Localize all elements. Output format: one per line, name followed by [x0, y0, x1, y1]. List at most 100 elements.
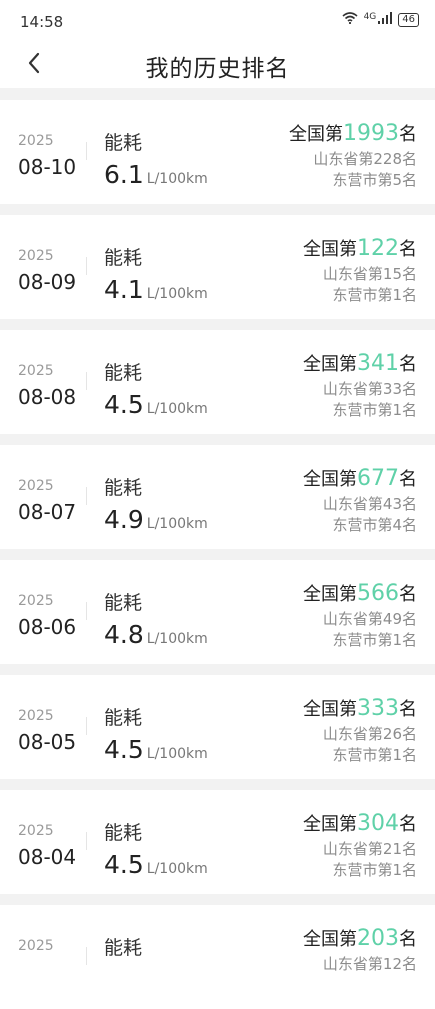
national-rank: 全国第122名	[303, 235, 417, 261]
metric-label: 能耗	[104, 132, 143, 154]
national-prefix: 全国第	[303, 469, 357, 490]
metric-unit: L/100km	[146, 746, 208, 762]
divider	[86, 257, 87, 275]
national-rank-number: 1993	[343, 121, 399, 146]
national-rank: 全国第566名	[303, 580, 417, 606]
metric-value-group: 4.8 L/100km	[104, 620, 208, 649]
ranking-card[interactable]: 2025 08-06 能耗 4.8 L/100km 全国第566名 山东省第49名…	[0, 560, 435, 664]
record-year: 2025	[18, 133, 54, 149]
national-suffix: 名	[399, 124, 417, 145]
national-prefix: 全国第	[303, 699, 357, 720]
ranking-card[interactable]: 2025 08-07 能耗 4.9 L/100km 全国第677名 山东省第43名…	[0, 445, 435, 549]
metric-value-group: 4.5 L/100km	[104, 735, 208, 764]
page-title: 我的历史排名	[145, 56, 290, 82]
province-rank: 山东省第12名	[322, 955, 417, 973]
ranking-card[interactable]: 2025 08-10 能耗 6.1 L/100km 全国第1993名 山东省第22…	[0, 100, 435, 204]
national-rank: 全国第333名	[303, 695, 417, 721]
divider	[86, 487, 87, 505]
city-rank: 东营市第1名	[332, 631, 417, 649]
province-rank: 山东省第33名	[322, 380, 417, 398]
metric-value-group: 4.1 L/100km	[104, 275, 208, 304]
metric-value: 6.1	[104, 160, 144, 189]
metric-label: 能耗	[104, 362, 143, 384]
city-rank: 东营市第1名	[332, 861, 417, 879]
divider	[86, 947, 87, 965]
province-rank: 山东省第15名	[322, 265, 417, 283]
city-rank: 东营市第1名	[332, 401, 417, 419]
metric-unit: L/100km	[146, 286, 208, 302]
national-prefix: 全国第	[303, 239, 357, 260]
status-icons: 4G 46	[342, 12, 419, 27]
metric-label: 能耗	[104, 937, 143, 959]
national-rank-number: 677	[357, 466, 399, 491]
record-date: 08-04	[18, 845, 77, 869]
national-rank: 全国第341名	[303, 350, 417, 376]
city-rank: 东营市第1名	[332, 286, 417, 304]
record-year: 2025	[18, 363, 54, 379]
national-suffix: 名	[399, 469, 417, 490]
ranking-card[interactable]: 2025 08-04 能耗 4.5 L/100km 全国第304名 山东省第21名…	[0, 790, 435, 894]
ranking-card[interactable]: 2025 08-08 能耗 4.5 L/100km 全国第341名 山东省第33名…	[0, 330, 435, 434]
metric-label: 能耗	[104, 247, 143, 269]
metric-unit: L/100km	[146, 516, 208, 532]
national-rank-number: 333	[357, 696, 399, 721]
metric-value: 4.5	[104, 390, 144, 419]
national-suffix: 名	[399, 584, 417, 605]
record-date: 08-07	[18, 500, 77, 524]
ranking-card[interactable]: 2025 08-05 能耗 4.5 L/100km 全国第333名 山东省第26名…	[0, 675, 435, 779]
metric-value-group: 6.1 L/100km	[104, 160, 208, 189]
signal-label: 4G	[363, 11, 377, 22]
national-rank-number: 341	[357, 351, 399, 376]
metric-value: 4.1	[104, 275, 144, 304]
national-rank: 全国第1993名	[289, 120, 417, 146]
record-date: 08-06	[18, 615, 77, 639]
national-rank-number: 203	[357, 926, 399, 951]
province-rank: 山东省第228名	[313, 150, 417, 168]
record-date: 08-10	[18, 155, 77, 179]
wifi-icon	[342, 12, 358, 27]
national-prefix: 全国第	[289, 124, 343, 145]
metric-label: 能耗	[104, 707, 143, 729]
national-prefix: 全国第	[303, 354, 357, 375]
ranking-card[interactable]: 2025 能耗 全国第203名 山东省第12名	[0, 905, 435, 1009]
province-rank: 山东省第49名	[322, 610, 417, 628]
national-suffix: 名	[399, 354, 417, 375]
national-rank: 全国第677名	[303, 465, 417, 491]
national-prefix: 全国第	[303, 929, 357, 950]
province-rank: 山东省第21名	[322, 840, 417, 858]
province-rank: 山东省第43名	[322, 495, 417, 513]
national-rank-number: 122	[357, 236, 399, 261]
national-rank-number: 566	[357, 581, 399, 606]
ranking-card[interactable]: 2025 08-09 能耗 4.1 L/100km 全国第122名 山东省第15名…	[0, 215, 435, 319]
record-date: 08-08	[18, 385, 77, 409]
national-prefix: 全国第	[303, 814, 357, 835]
record-date: 08-09	[18, 270, 77, 294]
divider	[86, 717, 87, 735]
record-year: 2025	[18, 823, 54, 839]
metric-value: 4.5	[104, 850, 144, 879]
national-rank: 全国第304名	[303, 810, 417, 836]
record-year: 2025	[18, 593, 54, 609]
metric-unit: L/100km	[146, 401, 208, 417]
signal-icon	[378, 12, 393, 27]
metric-unit: L/100km	[146, 631, 208, 647]
city-rank: 东营市第1名	[332, 746, 417, 764]
national-rank-number: 304	[357, 811, 399, 836]
province-rank: 山东省第26名	[322, 725, 417, 743]
metric-value-group: 4.5 L/100km	[104, 390, 208, 419]
metric-label: 能耗	[104, 592, 143, 614]
nav-bar: 我的历史排名	[0, 44, 435, 88]
metric-value: 4.5	[104, 735, 144, 764]
national-suffix: 名	[399, 814, 417, 835]
metric-unit: L/100km	[146, 861, 208, 877]
divider	[86, 832, 87, 850]
record-date: 08-05	[18, 730, 77, 754]
national-suffix: 名	[399, 929, 417, 950]
metric-label: 能耗	[104, 822, 143, 844]
metric-value-group: 4.9 L/100km	[104, 505, 208, 534]
status-time: 14:58	[20, 13, 64, 31]
record-year: 2025	[18, 248, 54, 264]
status-bar: 14:58 4G 46	[0, 0, 435, 44]
city-rank: 东营市第5名	[332, 171, 417, 189]
national-prefix: 全国第	[303, 584, 357, 605]
